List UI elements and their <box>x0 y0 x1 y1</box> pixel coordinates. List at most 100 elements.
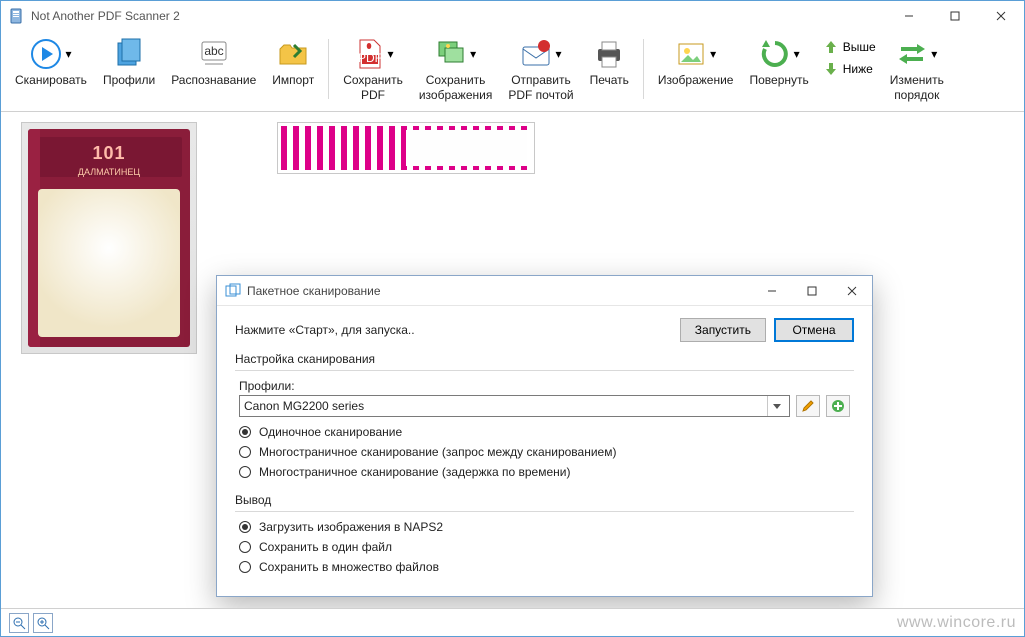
ribbon-toolbar: ▾ Сканировать Профили abc Распознавание … <box>1 31 1024 112</box>
chevron-down-icon: ▾ <box>793 47 801 61</box>
dialog-maximize-button[interactable] <box>792 276 832 306</box>
minimize-button[interactable] <box>886 1 932 31</box>
close-button[interactable] <box>978 1 1024 31</box>
move-up-button[interactable]: Выше <box>817 37 882 57</box>
chevron-down-icon <box>767 396 785 416</box>
svg-text:abc: abc <box>204 44 223 58</box>
print-icon <box>592 37 626 71</box>
radio-output-load[interactable]: Загрузить изображения в NAPS2 <box>239 520 850 534</box>
import-label: Импорт <box>272 73 314 88</box>
chevron-down-icon: ▾ <box>554 47 562 61</box>
radio-icon <box>239 561 251 573</box>
ocr-button[interactable]: abc Распознавание <box>163 33 264 92</box>
print-label: Печать <box>590 73 629 88</box>
arrow-down-icon <box>823 61 839 77</box>
output-group: Вывод Загрузить изображения в NAPS2 Сохр… <box>235 493 854 578</box>
scan-icon <box>29 37 63 71</box>
radio-icon <box>239 521 251 533</box>
add-profile-button[interactable] <box>826 395 850 417</box>
content-area: 101 ДАЛМАТИНЕЦ Пакетное сканирование <box>1 112 1024 608</box>
dialog-icon <box>225 283 241 299</box>
chevron-down-icon: ▾ <box>469 47 477 61</box>
reorder-button[interactable]: ▾ Изменить порядок <box>882 33 952 107</box>
import-button[interactable]: Импорт <box>264 33 322 92</box>
batch-scan-dialog: Пакетное сканирование Нажмите «Старт», д… <box>216 275 873 597</box>
profiles-icon <box>112 37 146 71</box>
rotate-icon <box>758 37 792 71</box>
chevron-down-icon: ▾ <box>930 47 938 61</box>
maximize-button[interactable] <box>932 1 978 31</box>
chevron-down-icon: ▾ <box>387 47 395 61</box>
dialog-instruction: Нажмите «Старт», для запуска.. <box>235 323 680 337</box>
zoom-out-button[interactable] <box>9 613 29 633</box>
edit-profile-button[interactable] <box>796 395 820 417</box>
thumbnail-1[interactable]: 101 ДАЛМАТИНЕЦ <box>21 122 197 354</box>
zoom-in-button[interactable] <box>33 613 53 633</box>
ocr-label: Распознавание <box>171 73 256 88</box>
save-pdf-label: Сохранить PDF <box>343 73 403 103</box>
send-pdf-button[interactable]: ▾ Отправить PDF почтой <box>500 33 581 107</box>
profiles-button[interactable]: Профили <box>95 33 163 92</box>
image-icon <box>674 37 708 71</box>
ocr-icon: abc <box>197 37 231 71</box>
output-title: Вывод <box>235 493 854 507</box>
dialog-close-button[interactable] <box>832 276 872 306</box>
radio-output-one-file[interactable]: Сохранить в один файл <box>239 540 850 554</box>
profiles-label: Профили: <box>239 379 850 393</box>
scan-label: Сканировать <box>15 73 87 88</box>
radio-output-many-files[interactable]: Сохранить в множество файлов <box>239 560 850 574</box>
save-pdf-button[interactable]: PDF ▾ Сохранить PDF <box>335 33 411 107</box>
cancel-button[interactable]: Отмена <box>774 318 854 342</box>
email-pdf-icon <box>519 37 553 71</box>
window-title: Not Another PDF Scanner 2 <box>31 9 886 23</box>
titlebar: Not Another PDF Scanner 2 <box>1 1 1024 31</box>
rotate-label: Повернуть <box>749 73 808 88</box>
chevron-down-icon: ▾ <box>709 47 717 61</box>
save-images-icon <box>434 37 468 71</box>
scan-button[interactable]: ▾ Сканировать <box>7 33 95 92</box>
statusbar: www.wincore.ru <box>1 608 1024 636</box>
start-button[interactable]: Запустить <box>680 318 766 342</box>
profile-select[interactable]: Canon MG2200 series <box>239 395 790 417</box>
radio-single-scan[interactable]: Одиночное сканирование <box>239 425 850 439</box>
move-down-label: Ниже <box>843 62 873 76</box>
pdf-icon: PDF <box>352 37 386 71</box>
window-controls <box>886 1 1024 31</box>
radio-icon <box>239 466 251 478</box>
svg-text:PDF: PDF <box>358 51 382 65</box>
thumb1-subtitle: ДАЛМАТИНЕЦ <box>28 167 190 177</box>
reorder-label: Изменить порядок <box>890 73 944 103</box>
app-icon <box>9 8 25 24</box>
main-window: Not Another PDF Scanner 2 ▾ Сканировать … <box>0 0 1025 637</box>
move-up-label: Выше <box>843 40 876 54</box>
radio-icon <box>239 426 251 438</box>
send-pdf-label: Отправить PDF почтой <box>508 73 573 103</box>
radio-icon <box>239 446 251 458</box>
chevron-down-icon: ▾ <box>64 47 72 61</box>
radio-multi-delay[interactable]: Многостраничное сканирование (задержка п… <box>239 465 850 479</box>
print-button[interactable]: Печать <box>582 33 637 92</box>
dialog-titlebar: Пакетное сканирование <box>217 276 872 306</box>
watermark: www.wincore.ru <box>897 614 1016 632</box>
dialog-title: Пакетное сканирование <box>247 284 752 298</box>
import-icon <box>276 37 310 71</box>
radio-multi-prompt[interactable]: Многостраничное сканирование (запрос меж… <box>239 445 850 459</box>
separator <box>328 39 329 99</box>
profiles-label: Профили <box>103 73 155 88</box>
scan-settings-title: Настройка сканирования <box>235 352 854 366</box>
rotate-button[interactable]: ▾ Повернуть <box>741 33 816 92</box>
save-images-button[interactable]: ▾ Сохранить изображения <box>411 33 501 107</box>
arrow-up-icon <box>823 39 839 55</box>
save-images-label: Сохранить изображения <box>419 73 493 103</box>
dialog-minimize-button[interactable] <box>752 276 792 306</box>
separator <box>643 39 644 99</box>
thumb1-title: 101 <box>28 143 190 164</box>
image-button[interactable]: ▾ Изображение <box>650 33 742 92</box>
image-label: Изображение <box>658 73 734 88</box>
thumbnail-2[interactable] <box>277 122 535 174</box>
move-down-button[interactable]: Ниже <box>817 59 882 79</box>
radio-icon <box>239 541 251 553</box>
reorder-icon <box>895 37 929 71</box>
profile-value: Canon MG2200 series <box>244 399 767 413</box>
scan-settings-group: Настройка сканирования Профили: Canon MG… <box>235 352 854 483</box>
